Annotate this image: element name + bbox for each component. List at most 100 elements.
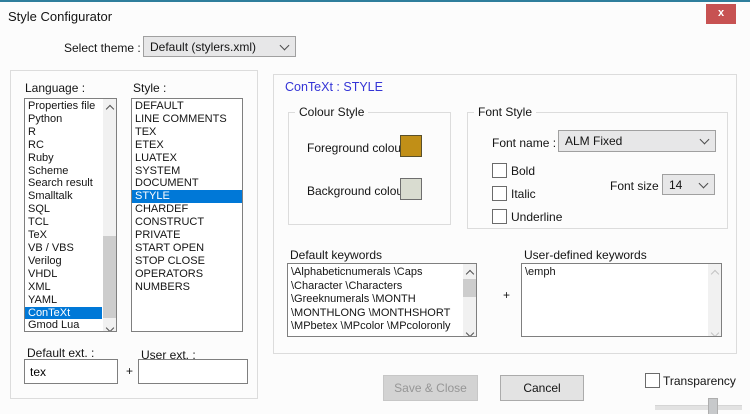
scroll-up-icon <box>708 264 721 277</box>
keywords-plus-sign: + <box>503 288 510 302</box>
italic-checkbox[interactable] <box>492 186 507 201</box>
language-items: Properties filePythonRRCRubySchemeSearch… <box>25 100 102 332</box>
list-item[interactable]: PRIVATE <box>132 229 242 242</box>
transparency-label: Transparency <box>663 374 736 388</box>
list-item[interactable]: Ruby <box>25 152 102 165</box>
font-name-label: Font name : <box>492 136 556 150</box>
list-item[interactable]: DEFAULT <box>132 100 242 113</box>
style-label: Style : <box>133 81 166 95</box>
default-keywords-textarea[interactable]: \Alphabeticnumerals \Caps\Character \Cha… <box>287 263 477 337</box>
bold-checkbox[interactable] <box>492 163 507 178</box>
cancel-button[interactable]: Cancel <box>500 375 584 401</box>
list-item[interactable]: ETEX <box>132 139 242 152</box>
foreground-colour-label: Foreground colour <box>307 141 405 155</box>
keyword-line: \Greeknumerals \MONTH <box>291 293 462 307</box>
list-item[interactable]: Scheme <box>25 165 102 178</box>
list-item[interactable]: XML <box>25 281 102 294</box>
font-size-label: Font size : <box>610 179 665 193</box>
scrollbar-thumb[interactable] <box>103 236 116 321</box>
list-item[interactable]: Smalltalk <box>25 190 102 203</box>
colour-style-groupbox: Colour Style <box>288 112 451 225</box>
transparency-slider-thumb[interactable] <box>708 398 718 414</box>
list-item[interactable]: STYLE <box>132 190 242 203</box>
list-item[interactable]: SYSTEM <box>132 165 242 178</box>
user-defined-keywords-content: \emph <box>525 266 707 280</box>
list-item[interactable]: Gmod Lua <box>25 319 102 332</box>
keyword-line: \MPbetex \MPcolor \MPcoloronly <box>291 320 462 334</box>
list-item[interactable]: START OPEN <box>132 242 242 255</box>
bold-label: Bold <box>511 164 535 178</box>
transparency-checkbox[interactable] <box>645 373 660 388</box>
list-item[interactable]: Search result <box>25 177 102 190</box>
chevron-down-icon <box>280 40 290 50</box>
language-label: Language : <box>25 81 85 95</box>
list-item[interactable]: OPERATORS <box>132 268 242 281</box>
font-size-value: 14 <box>669 178 682 192</box>
list-item[interactable]: Properties file <box>25 100 102 113</box>
scroll-down-icon[interactable] <box>103 318 116 331</box>
default-keywords-content: \Alphabeticnumerals \Caps\Character \Cha… <box>291 266 462 334</box>
scroll-down-icon <box>708 323 721 336</box>
default-ext-input[interactable] <box>24 359 118 384</box>
list-item[interactable]: RC <box>25 139 102 152</box>
default-keywords-label: Default keywords <box>290 248 382 262</box>
language-scrollbar[interactable] <box>103 99 116 331</box>
window-title: Style Configurator <box>8 9 112 24</box>
list-item[interactable]: DOCUMENT <box>132 177 242 190</box>
list-item[interactable]: LINE COMMENTS <box>132 113 242 126</box>
default-ext-label: Default ext. : <box>27 346 94 360</box>
list-item[interactable]: VB / VBS <box>25 242 102 255</box>
underline-label: Underline <box>511 210 562 224</box>
scroll-down-icon[interactable] <box>463 323 476 336</box>
list-item[interactable]: CHARDEF <box>132 203 242 216</box>
chevron-down-icon <box>700 135 710 145</box>
list-item[interactable]: LUATEX <box>132 152 242 165</box>
list-item[interactable]: TeX <box>25 229 102 242</box>
save-and-close-button[interactable]: Save & Close <box>383 375 478 401</box>
list-item[interactable]: NUMBERS <box>132 281 242 294</box>
background-colour-label: Background colour <box>307 184 407 198</box>
font-size-select[interactable]: 14 <box>662 174 715 195</box>
font-name-select[interactable]: ALM Fixed <box>558 130 716 152</box>
style-configurator-dialog: Style Configurator x Select theme : Defa… <box>0 0 750 414</box>
chevron-down-icon <box>699 178 709 188</box>
transparency-slider-track[interactable] <box>655 405 742 410</box>
keyword-line: \Alphabeticnumerals \Caps <box>291 266 462 280</box>
language-listbox[interactable]: Properties filePythonRRCRubySchemeSearch… <box>24 98 117 332</box>
list-item[interactable]: Python <box>25 113 102 126</box>
user-ext-input[interactable] <box>138 359 248 384</box>
theme-select-value: Default (stylers.xml) <box>150 40 256 54</box>
ext-plus-sign: + <box>126 364 133 378</box>
list-item[interactable]: Verilog <box>25 255 102 268</box>
underline-checkbox[interactable] <box>492 209 507 224</box>
keyword-line: \MONTHLONG \MONTHSHORT <box>291 307 462 321</box>
list-item[interactable]: TEX <box>132 126 242 139</box>
scroll-up-icon[interactable] <box>103 99 116 112</box>
style-items: DEFAULTLINE COMMENTSTEXETEXLUATEXSYSTEMD… <box>132 100 242 294</box>
user-defined-keywords-label: User-defined keywords <box>524 248 647 262</box>
list-item[interactable]: R <box>25 126 102 139</box>
list-item[interactable]: CONSTRUCT <box>132 216 242 229</box>
scroll-up-icon[interactable] <box>463 264 476 277</box>
select-theme-label: Select theme : <box>64 41 141 55</box>
list-item[interactable]: SQL <box>25 203 102 216</box>
font-style-title: Font Style <box>474 105 536 119</box>
selected-language-style-header: ConTeXt : STYLE <box>285 80 383 94</box>
scrollbar-thumb[interactable] <box>463 279 476 297</box>
user-defined-keywords-textarea[interactable]: \emph <box>521 263 722 337</box>
background-colour-swatch[interactable] <box>400 178 422 200</box>
font-name-value: ALM Fixed <box>565 134 622 148</box>
foreground-colour-swatch[interactable] <box>400 135 422 157</box>
keyword-line: \Character \Characters <box>291 280 462 294</box>
list-item[interactable]: TCL <box>25 216 102 229</box>
list-item[interactable]: YAML <box>25 294 102 307</box>
close-icon[interactable]: x <box>706 4 736 24</box>
style-listbox[interactable]: DEFAULTLINE COMMENTSTEXETEXLUATEXSYSTEMD… <box>131 98 243 332</box>
list-item[interactable]: VHDL <box>25 268 102 281</box>
theme-select[interactable]: Default (stylers.xml) <box>143 36 296 57</box>
list-item[interactable]: STOP CLOSE <box>132 255 242 268</box>
list-item[interactable]: ConTeXt <box>25 307 102 320</box>
user-keywords-scrollbar <box>708 264 721 336</box>
default-keywords-scrollbar[interactable] <box>463 264 476 336</box>
italic-label: Italic <box>511 187 536 201</box>
